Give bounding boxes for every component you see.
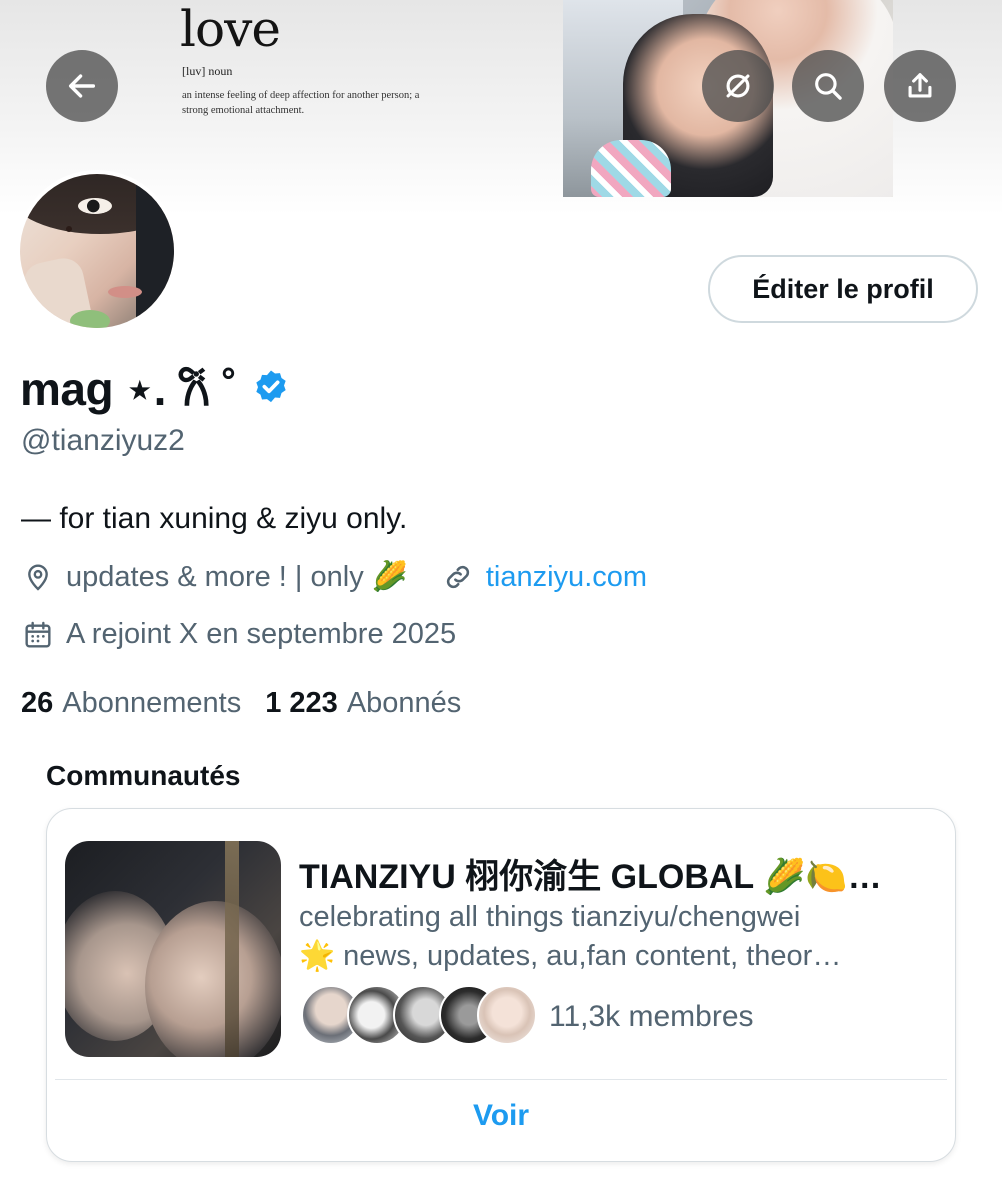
followers-stat[interactable]: 1 223 Abonnés xyxy=(265,687,461,720)
profile-website-text[interactable]: tianziyu.com xyxy=(486,561,647,594)
profile-joined-row: A rejoint X en septembre 2025 xyxy=(22,618,456,651)
display-name: mag ⋆. 𐙚 ˚ xyxy=(20,363,237,415)
search-icon xyxy=(815,73,842,100)
view-community-button[interactable]: Voir xyxy=(47,1099,955,1133)
profile-avatar[interactable] xyxy=(16,170,178,332)
circle-slash-icon xyxy=(726,74,750,98)
verified-badge-icon[interactable] xyxy=(251,368,291,408)
banner-dictionary-definition: an intense feeling of deep affection for… xyxy=(182,90,420,116)
profile-meta-row: updates & more ! | only 🌽 tianziyu.com xyxy=(22,560,647,594)
community-member-avatars xyxy=(301,985,541,1049)
avatar-photo xyxy=(20,174,174,328)
community-image xyxy=(65,841,281,1057)
user-handle: @tianziyuz2 xyxy=(21,424,185,457)
member-avatar xyxy=(477,985,537,1045)
communities-section-title: Communautés xyxy=(46,760,241,791)
profile-bio: — for tian xuning & ziyu only. xyxy=(21,502,408,535)
calendar-icon xyxy=(25,621,51,648)
following-count: 26 xyxy=(21,687,54,719)
community-name[interactable]: TIANZIYU 栩你渝生 GLOBAL 🌽🍋… xyxy=(299,849,949,898)
community-description-line2: 🌟 news, updates, au,fan content, theor… xyxy=(299,940,842,972)
link-icon xyxy=(446,565,469,589)
profile-location: updates & more ! | only 🌽 xyxy=(66,561,408,593)
profile-joined-date: A rejoint X en septembre 2025 xyxy=(66,618,457,650)
no-translate-button[interactable] xyxy=(702,50,774,122)
community-card[interactable]: TIANZIYU 栩你渝生 GLOBAL 🌽🍋… celebrating all… xyxy=(46,808,956,1162)
following-stat[interactable]: 26 Abonnements xyxy=(21,687,241,720)
back-button[interactable] xyxy=(46,50,118,122)
community-member-count: 11,3k membres xyxy=(549,1000,754,1033)
community-description-line1: celebrating all things tianziyu/chengwei xyxy=(299,901,801,933)
share-button[interactable] xyxy=(884,50,956,122)
following-label: Abonnements xyxy=(62,687,242,719)
community-card-divider xyxy=(55,1079,947,1080)
arrow-left-icon xyxy=(68,74,96,98)
edit-profile-button[interactable]: Éditer le profil xyxy=(708,255,978,323)
profile-website-link[interactable]: tianziyu.com xyxy=(442,561,647,594)
location-pin-icon xyxy=(28,564,48,591)
share-upload-icon xyxy=(908,73,932,98)
banner-dictionary-word: love xyxy=(180,0,281,58)
followers-label: Abonnés xyxy=(346,687,462,719)
follow-stats: 26 Abonnements 1 223 Abonnés xyxy=(21,687,485,720)
display-name-row: mag ⋆. 𐙚 ˚ xyxy=(20,357,291,419)
followers-count: 1 223 xyxy=(265,687,338,719)
search-button[interactable] xyxy=(792,50,864,122)
banner-dictionary-pronunciation: [luv] noun xyxy=(182,64,233,78)
